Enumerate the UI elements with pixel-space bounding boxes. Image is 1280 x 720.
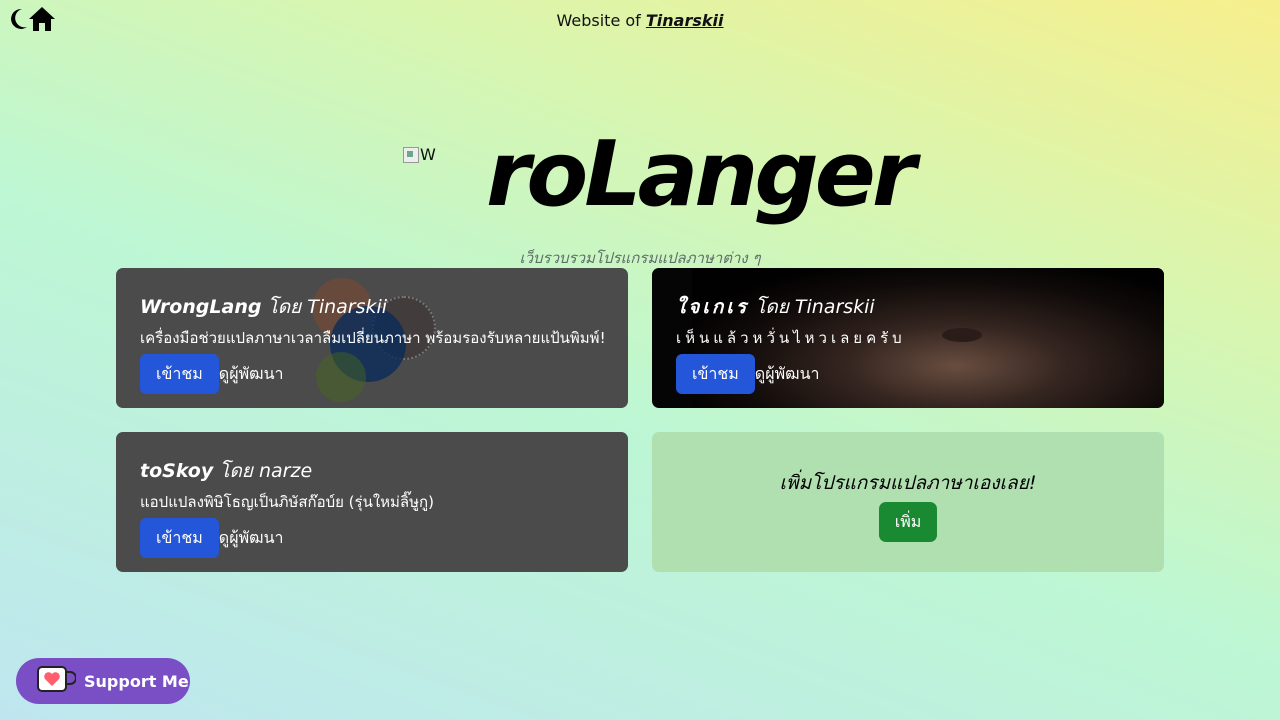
site-title: Website of Tinarskii: [0, 11, 1280, 30]
tagline: เว็บรวบรวมโปรแกรมแปลภาษาต่าง ๆ: [519, 249, 761, 267]
add-program-card: เพิ่มโปรแกรมแปลภาษาเองเลย! เพิ่ม: [652, 432, 1164, 572]
program-card-jaikerae: ใจเกเร โดย Tinarskii เห็นแล้วหวั่นไหวเลย…: [652, 268, 1164, 408]
program-description: เครื่องมือช่วยแปลภาษาเวลาลืมเปลี่ยนภาษา …: [140, 329, 606, 347]
visit-button[interactable]: เข้าชม: [676, 354, 755, 394]
logo-alt-text: W: [420, 145, 436, 164]
view-developer-link[interactable]: ดูผู้พัฒนา: [219, 526, 284, 551]
program-name: toSkoy: [140, 460, 214, 482]
support-me-button[interactable]: Support Me: [16, 658, 190, 704]
program-name: ใจเกเร: [676, 296, 750, 318]
program-description: แอปแปลงพิษิโธญเป็นภิษัสก๊อบ์ย (รุ่นใหม่ล…: [140, 493, 434, 511]
logo-text: roLanger: [486, 122, 916, 227]
card-actions: เข้าชม ดูผู้พัฒนา: [140, 518, 612, 558]
card-title: WrongLang โดย Tinarskii: [140, 292, 612, 322]
owner-link[interactable]: Tinarskii: [646, 11, 724, 30]
site-title-prefix: Website of: [556, 11, 641, 30]
program-author: โดย Tinarskii: [755, 296, 875, 318]
view-developer-link[interactable]: ดูผู้พัฒนา: [219, 362, 284, 387]
broken-image-icon: [403, 146, 419, 163]
card-actions: เข้าชม ดูผู้พัฒนา: [676, 354, 1148, 394]
hero: W roLanger: [0, 130, 1280, 240]
top-bar: Website of Tinarskii: [0, 0, 1280, 40]
program-author: โดย narze: [219, 460, 313, 482]
program-description: เห็นแล้วหวั่นไหวเลยครับ: [676, 329, 906, 347]
support-me-label: Support Me: [84, 671, 189, 691]
visit-button[interactable]: เข้าชม: [140, 354, 219, 394]
visit-button[interactable]: เข้าชม: [140, 518, 219, 558]
program-author: โดย Tinarskii: [267, 296, 388, 318]
card-actions: เข้าชม ดูผู้พัฒนา: [140, 354, 612, 394]
coffee-cup-heart-icon: [36, 665, 77, 697]
program-card-wronglang: WrongLang โดย Tinarskii เครื่องมือช่วยแป…: [116, 268, 628, 408]
add-button[interactable]: เพิ่ม: [878, 502, 938, 542]
card-title: ใจเกเร โดย Tinarskii: [676, 292, 1148, 322]
add-program-title: เพิ่มโปรแกรมแปลภาษาเองเลย!: [779, 472, 1037, 494]
program-card-toskoy: toSkoy โดย narze แอปแปลงพิษิโธญเป็นภิษัส…: [116, 432, 628, 572]
view-developer-link[interactable]: ดูผู้พัฒนา: [755, 362, 820, 387]
card-title: toSkoy โดย narze: [140, 456, 612, 486]
program-name: WrongLang: [140, 296, 262, 318]
logo-image: W: [403, 145, 436, 164]
